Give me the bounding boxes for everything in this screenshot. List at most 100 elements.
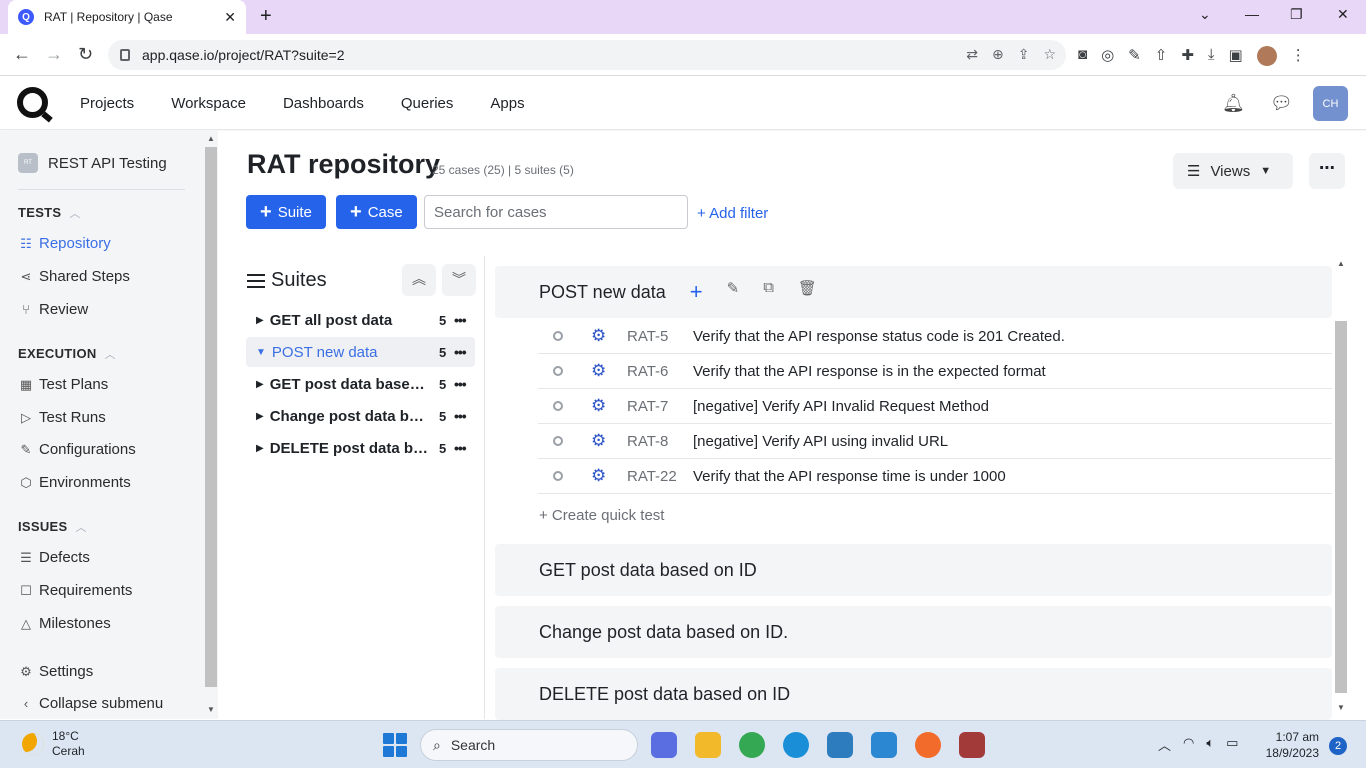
case-row[interactable]: ⚙ RAT-5 Verify that the API response stat… [538,319,1332,354]
meet-app-icon[interactable] [651,732,677,758]
case-select-radio[interactable] [553,401,563,411]
sidebar-item-defects[interactable]: ☰ Defects [18,549,90,566]
vscode-icon[interactable] [871,732,897,758]
case-select-radio[interactable] [553,471,563,481]
taskbar-search[interactable]: ⌕ Search [420,729,638,761]
reload-icon[interactable]: ↻ [78,44,93,65]
sidebar-item-milestones[interactable]: △ Milestones [18,615,111,632]
suite-menu-icon[interactable]: ••• [454,344,467,360]
bell-icon[interactable]: 🔔︎ [1222,93,1245,114]
collapse-all-button[interactable]: ︽ [402,264,436,296]
suite-header-expanded[interactable]: POST new data + ✎ ⧉ 🗑︎ [495,266,1332,318]
suite-menu-icon[interactable]: ••• [454,440,467,456]
suite-tree-item-selected[interactable]: ▼ POST new data 5 ••• [246,337,475,367]
suite-tree-item[interactable]: ▶Change post data based on ID. 5••• [246,401,475,431]
battery-icon[interactable]: ▭ [1226,735,1238,754]
weather-widget[interactable]: 18°C Cerah [22,729,85,759]
create-quick-test-link[interactable]: + Create quick test [539,507,664,524]
browser-tab[interactable]: Q RAT | Repository | Qase ✕ [8,0,246,34]
scroll-down-arrow-icon[interactable]: ▼ [207,705,215,714]
suite-tree-item[interactable]: ▶DELETE post data based on ID 5••• [246,433,475,463]
postman-icon[interactable] [915,732,941,758]
sidebar-item-settings[interactable]: ⚙ Settings [18,663,93,680]
scroll-up-arrow-icon[interactable]: ▲ [207,134,215,143]
suite-tree-item[interactable]: ▶GET post data based on ID 5••• [246,369,475,399]
circle-extension-icon[interactable]: ◎ [1101,46,1114,66]
address-bar[interactable]: app.qase.io/project/RAT?suite=2 ⇄ ⊕ ⇪ ☆ [108,40,1066,70]
sidebar-item-environments[interactable]: ⬡ Environments [18,474,130,491]
bookmark-star-icon[interactable]: ☆ [1043,46,1056,63]
sidebar-scrollbar[interactable]: ▲ ▼ [204,131,218,719]
edit-pencil-icon[interactable]: ✎ [727,279,740,305]
user-avatar[interactable]: CH [1313,86,1348,121]
delete-trash-icon[interactable]: 🗑︎ [798,279,817,305]
forward-icon[interactable]: → [45,44,63,65]
search-cases-input[interactable] [424,195,688,229]
more-options-button[interactable]: ⋯ [1309,153,1345,189]
case-select-radio[interactable] [553,436,563,446]
nav-queries[interactable]: Queries [401,95,454,112]
tab-search-dropdown-icon[interactable]: ⌄ [1199,6,1211,23]
sidebar-item-configurations[interactable]: ✎ Configurations [18,441,136,458]
tray-chevron-icon[interactable]: ︿ [1158,735,1171,754]
side-panel-icon[interactable]: ▣ [1229,46,1243,66]
case-select-radio[interactable] [553,366,563,376]
nav-apps[interactable]: Apps [490,95,524,112]
windows-start-icon[interactable] [383,733,407,757]
translate-icon[interactable]: ⇄ [966,46,978,63]
case-row[interactable]: ⚙ RAT-6 Verify that the API response is i… [538,354,1332,389]
zoom-icon[interactable]: ⊕ [992,46,1004,63]
collapse-submenu-button[interactable]: ‹ Collapse submenu [18,695,163,712]
project-switcher[interactable]: RT REST API Testing [18,153,167,173]
section-execution[interactable]: EXECUTION ︿ [18,346,116,362]
suite-menu-icon[interactable]: ••• [454,312,467,328]
new-tab-button[interactable]: + [260,5,272,28]
suite-menu-icon[interactable]: ••• [454,408,467,424]
sidebar-item-repository[interactable]: ☷ Repository [18,235,111,252]
camera-extension-icon[interactable]: ◙ [1078,46,1087,66]
suite-header-collapsed[interactable]: GET post data based on ID [495,544,1332,596]
sidebar-item-test-plans[interactable]: ▦ Test Plans [18,376,108,393]
clone-icon[interactable]: ⧉ [763,279,774,305]
cases-scrollbar-thumb[interactable] [1335,321,1347,693]
sidebar-scrollbar-thumb[interactable] [205,147,217,687]
minimize-button[interactable]: — [1245,6,1259,22]
suite-menu-icon[interactable]: ••• [454,376,467,392]
chat-icon[interactable]: 💬︎ [1270,93,1293,114]
suite-header-collapsed[interactable]: DELETE post data based on ID [495,668,1332,720]
clock[interactable]: 1:07 am 18/9/2023 [1263,729,1319,761]
add-filter-link[interactable]: + Add filter [697,205,768,222]
add-suite-button[interactable]: + Suite [246,195,326,229]
scroll-down-arrow-icon[interactable]: ▼ [1337,703,1345,712]
chrome-icon[interactable] [739,732,765,758]
notepad-icon[interactable] [827,732,853,758]
qase-logo[interactable] [17,87,48,118]
sidebar-item-review[interactable]: ⑂ Review [18,301,88,318]
views-dropdown[interactable]: ☰ Views ▼ [1173,153,1293,189]
sidebar-item-shared-steps[interactable]: ⋖ Shared Steps [18,268,130,285]
sidebar-item-requirements[interactable]: ☐ Requirements [18,582,132,599]
panel-divider[interactable] [484,256,485,719]
browser-menu-icon[interactable]: ⋮ [1291,46,1306,66]
file-explorer-icon[interactable] [695,732,721,758]
share-icon[interactable]: ⇪ [1018,46,1030,63]
close-window-button[interactable]: ✕ [1337,6,1349,23]
volume-icon[interactable]: 🔈︎ [1206,735,1214,754]
add-case-plus-icon[interactable]: + [690,279,703,305]
cases-scrollbar[interactable]: ▲ ▼ [1334,257,1348,719]
add-case-button[interactable]: + Case [336,195,417,229]
case-row[interactable]: ⚙ RAT-8 [negative] Verify API using inval… [538,424,1332,459]
section-issues[interactable]: ISSUES ︿ [18,519,87,535]
sidebar-item-test-runs[interactable]: ▷ Test Runs [18,409,106,426]
download-icon[interactable]: ⤓ [1208,46,1215,66]
notification-badge[interactable]: 2 [1329,737,1347,755]
nav-dashboards[interactable]: Dashboards [283,95,364,112]
suite-tree-item[interactable]: ▶ GET all post data 5 ••• [246,305,475,335]
pen-extension-icon[interactable]: ✎ [1128,46,1141,66]
winrar-icon[interactable] [959,732,985,758]
back-icon[interactable]: ← [13,44,31,65]
suite-header-collapsed[interactable]: Change post data based on ID. [495,606,1332,658]
edge-icon[interactable] [783,732,809,758]
extensions-puzzle-icon[interactable]: ✚ [1181,46,1194,66]
section-tests[interactable]: TESTS ︿ [18,205,81,221]
